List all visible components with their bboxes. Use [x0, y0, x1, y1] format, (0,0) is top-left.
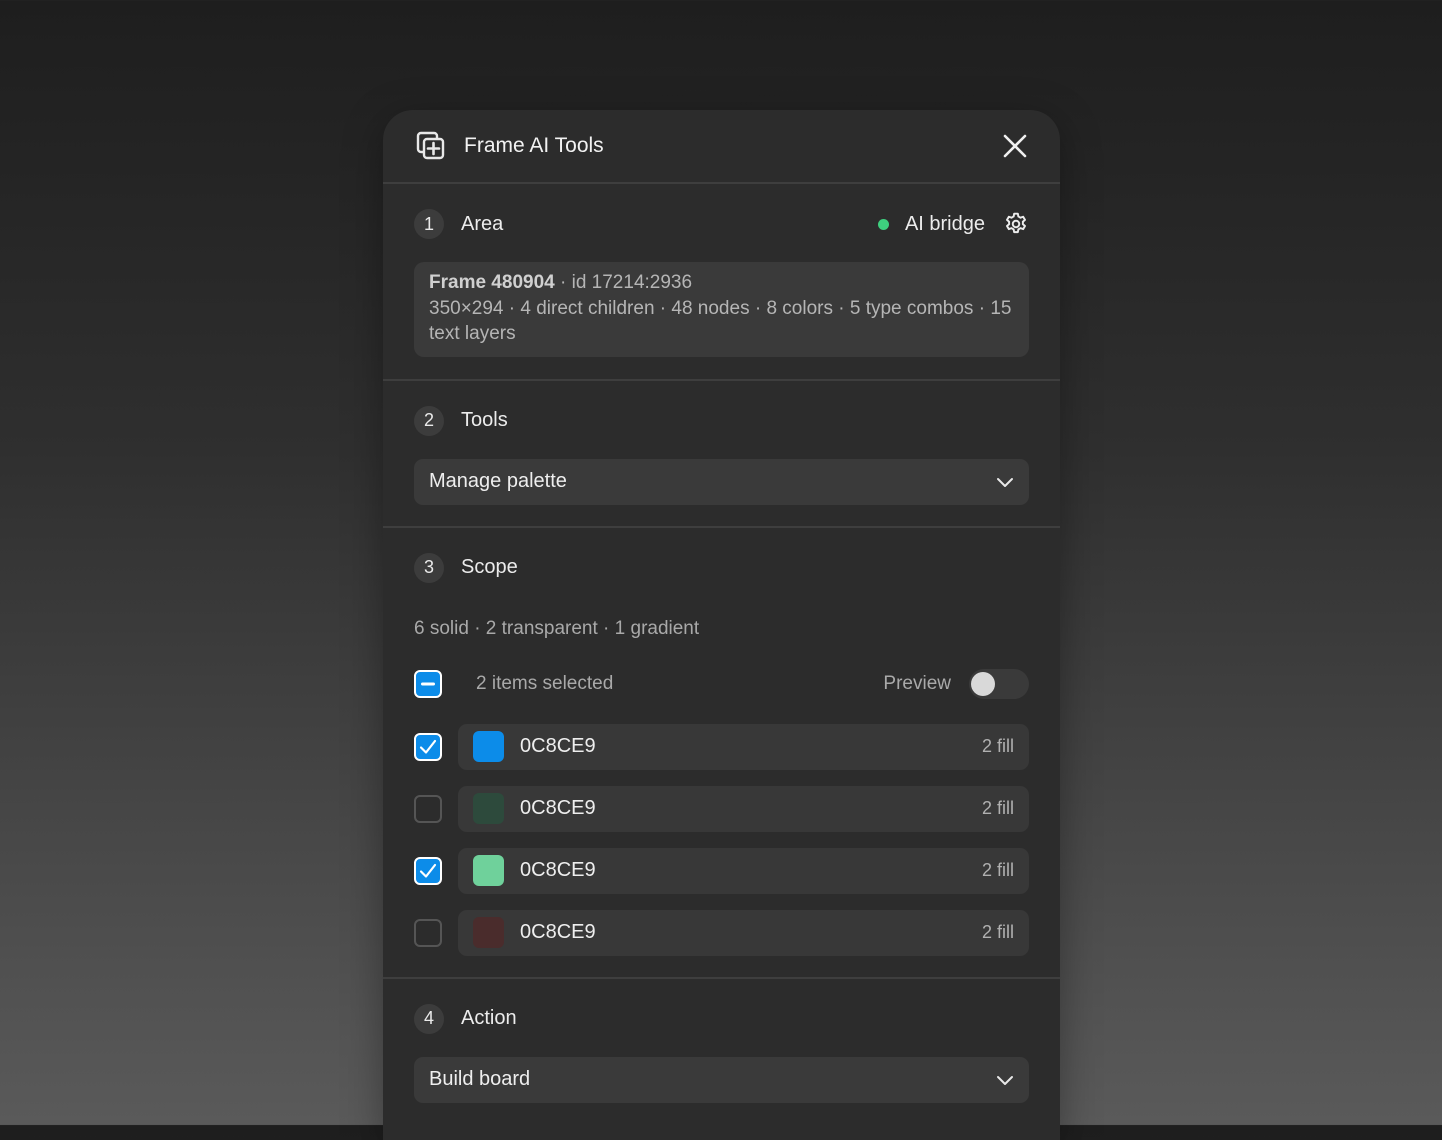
tool-select-value: Manage palette	[429, 470, 567, 492]
color-hex: 0C8CE9	[520, 859, 596, 881]
preview-toggle[interactable]	[969, 668, 1029, 699]
action-select[interactable]: Build board	[414, 1056, 1029, 1103]
step-number-1: 1	[414, 209, 444, 239]
color-item[interactable]: 0C8CE9 2 fill	[458, 909, 1029, 956]
usage-count: 2 fill	[981, 736, 1014, 756]
chevron-down-icon	[997, 477, 1013, 487]
color-checkbox[interactable]	[414, 732, 442, 761]
color-swatch	[473, 793, 504, 824]
gear-icon[interactable]	[1003, 211, 1029, 237]
frame-name: Frame 480904	[429, 272, 555, 293]
scope-title: Scope	[461, 556, 518, 578]
color-row: 0C8CE9 2 fill	[414, 909, 1029, 956]
color-item[interactable]: 0C8CE9 2 fill	[458, 723, 1029, 770]
color-item[interactable]: 0C8CE9 2 fill	[458, 847, 1029, 894]
frame-info-box: Frame 480904 · id 17214:2936 350×294 · 4…	[414, 262, 1029, 357]
color-item[interactable]: 0C8CE9 2 fill	[458, 785, 1029, 832]
frame-ai-icon	[416, 131, 445, 160]
color-hex: 0C8CE9	[520, 797, 596, 819]
tools-section-header: 2 Tools	[414, 405, 1029, 437]
preview-label: Preview	[883, 672, 951, 694]
select-all-checkbox[interactable]	[414, 669, 442, 698]
color-row: 0C8CE9 2 fill	[414, 847, 1029, 894]
action-section: 4 Action Build board	[383, 979, 1060, 1124]
tool-select[interactable]: Manage palette	[414, 458, 1029, 505]
color-list: 0C8CE9 2 fill 0C8CE9 2 fill 0C8CE9 2 fill 0C8C…	[414, 723, 1029, 956]
color-hex: 0C8CE9	[520, 735, 596, 757]
chevron-down-icon	[997, 1075, 1013, 1085]
step-number-3: 3	[414, 552, 444, 583]
color-swatch	[473, 917, 504, 948]
ai-bridge-label: AI bridge	[904, 212, 985, 235]
usage-count: 2 fill	[981, 922, 1014, 942]
frame-stats: 350×294 · 4 direct children · 48 nodes ·…	[429, 297, 1012, 345]
color-checkbox[interactable]	[414, 856, 442, 885]
selection-row: 2 items selected Preview	[414, 668, 1029, 700]
checkmark-icon	[419, 739, 437, 754]
step-number-2: 2	[414, 405, 444, 436]
usage-count: 2 fill	[981, 798, 1014, 818]
close-icon[interactable]	[1002, 133, 1028, 159]
panel-title: Frame AI Tools	[464, 134, 604, 157]
color-checkbox[interactable]	[414, 918, 442, 947]
area-section-header: 1 Area AI bridge	[414, 208, 1029, 240]
tools-title: Tools	[461, 409, 508, 431]
color-hex: 0C8CE9	[520, 921, 596, 943]
action-section-header: 4 Action	[414, 1003, 1029, 1035]
checkmark-icon	[419, 863, 437, 878]
tools-section: 2 Tools Manage palette	[383, 381, 1060, 528]
step-number-4: 4	[414, 1003, 444, 1034]
color-row: 0C8CE9 2 fill	[414, 785, 1029, 832]
area-section: 1 Area AI bridge Frame 480904 · id 17214…	[383, 184, 1060, 381]
action-title: Action	[461, 1007, 517, 1029]
color-swatch	[473, 731, 504, 762]
usage-count: 2 fill	[981, 860, 1014, 880]
toggle-knob	[971, 671, 995, 696]
action-select-value: Build board	[429, 1068, 531, 1090]
ai-bridge-status: AI bridge	[877, 211, 1029, 237]
area-title: Area	[461, 212, 504, 235]
selection-count: 2 items selected	[476, 672, 614, 694]
panel-header: Frame AI Tools	[383, 110, 1060, 184]
scope-section-header: 3 Scope	[414, 552, 1029, 584]
frame-ai-tools-panel: Frame AI Tools 1 Area AI bridge Frame 48…	[383, 110, 1060, 1140]
color-row: 0C8CE9 2 fill	[414, 723, 1029, 770]
color-swatch	[473, 855, 504, 886]
minus-icon	[421, 682, 435, 685]
color-checkbox[interactable]	[414, 794, 442, 823]
color-summary: 6 solid · 2 transparent · 1 gradient	[414, 617, 700, 639]
status-dot-icon	[877, 218, 889, 230]
frame-id: · id 17214:2936	[560, 272, 693, 293]
scope-section: 3 Scope 6 solid · 2 transparent · 1 grad…	[383, 528, 1060, 979]
